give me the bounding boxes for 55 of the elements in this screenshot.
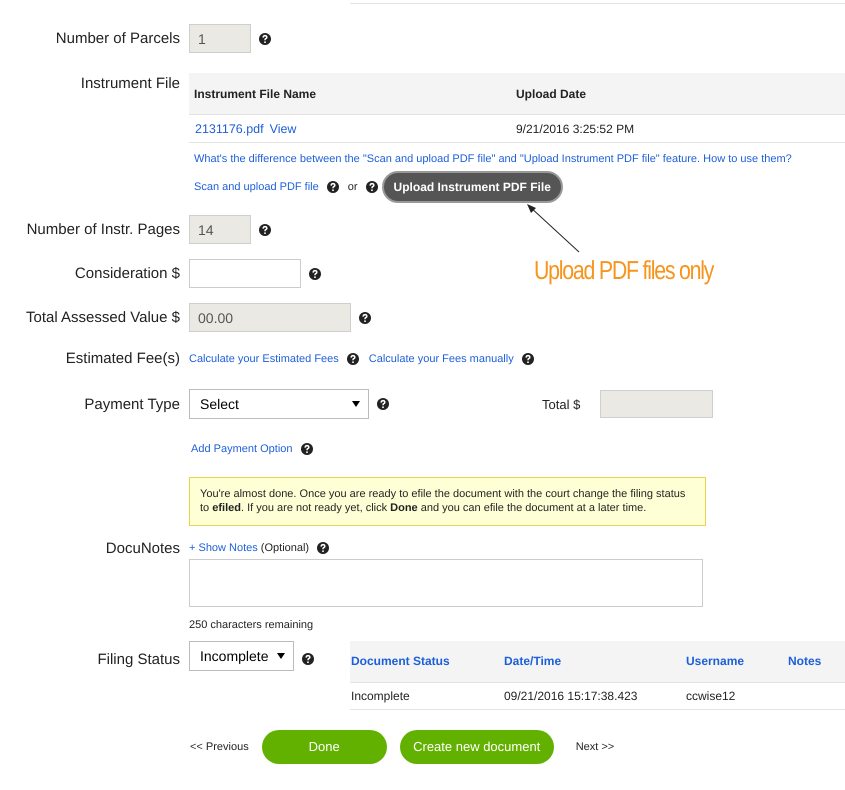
total-field[interactable] — [600, 390, 713, 418]
table-cell: ccwise12 — [686, 688, 736, 703]
column-header: Instrument File Name — [193, 86, 318, 100]
help-icon[interactable] — [259, 224, 271, 236]
notice-text: You're almost done. Once you are ready to efile the document with the court change the filing status to efiled. If you are not ready yet, click Done and you can efile the document at a later time. — [189, 477, 706, 526]
help-icon[interactable] — [326, 181, 339, 193]
field-label: Number of Instr. Pages — [26, 221, 180, 238]
characters-remaining-text: 250 characters remaining — [189, 618, 314, 631]
caret-icon — [352, 401, 360, 407]
fees-link[interactable]: Calculate your Fees manually — [368, 352, 514, 364]
help-icon[interactable] — [346, 352, 359, 364]
consideration-field[interactable] — [189, 259, 301, 288]
arrow — [525, 202, 581, 254]
help-icon[interactable] — [522, 352, 534, 364]
help-link[interactable]: What's the difference between the "Scan and upload PDF file" and "Upload Instrument PDF file" feature. How to use them? — [194, 153, 845, 165]
upload-button[interactable]: Upload Instrument PDF File — [382, 171, 563, 203]
scan-link[interactable]: Scan and upload PDF file — [194, 181, 319, 193]
help-icon[interactable] — [359, 312, 371, 324]
or-text: or — [348, 181, 358, 193]
caret-icon — [277, 652, 285, 659]
next-link[interactable]: Next >> — [576, 740, 614, 753]
annotation-text: Upload PDF files only — [534, 255, 714, 286]
help-icon[interactable] — [309, 268, 321, 280]
column-header: Upload Date — [516, 86, 586, 100]
add-payment-link[interactable]: Add Payment Option — [191, 443, 293, 455]
total-label: Total $ — [542, 396, 582, 412]
fees-link[interactable]: Calculate your Estimated Fees — [189, 352, 339, 364]
help-icon[interactable] — [300, 443, 313, 455]
column-header: Notes — [788, 654, 822, 668]
table-cell: Incomplete — [351, 688, 410, 703]
optional-text: (Optional) — [260, 542, 310, 554]
field-label: Estimated Fee(s) — [64, 350, 180, 367]
field-label: Consideration $ — [74, 265, 180, 282]
field-label: DocuNotes — [104, 540, 180, 557]
help-icon[interactable] — [302, 652, 314, 665]
field-label: Payment Type — [83, 396, 180, 412]
column-header: Username — [686, 654, 746, 668]
filing-status-select[interactable]: Incomplete — [189, 640, 294, 671]
help-icon[interactable] — [317, 542, 330, 554]
previous-link[interactable]: << Previous — [190, 740, 249, 753]
table-cell: 9/21/2016 3:25:52 PM — [516, 122, 634, 136]
column-header: Document Status — [350, 654, 451, 668]
file-link[interactable]: 2131176.pdf — [195, 122, 264, 136]
show-notes-link[interactable]: + Show Notes — [189, 542, 258, 554]
view-link[interactable]: View — [270, 122, 296, 136]
help-icon[interactable] — [377, 398, 389, 410]
field-label: Total Assessed Value $ — [25, 309, 180, 326]
field-label: Instrument File — [80, 74, 180, 92]
field-label: Filing Status — [96, 650, 180, 668]
payment-type-select[interactable]: Select — [189, 389, 369, 419]
column-header: Date/Time — [504, 654, 562, 668]
table-cell: 09/21/2016 15:17:38.423 — [504, 688, 638, 703]
help-icon[interactable] — [366, 181, 378, 193]
help-icon[interactable] — [259, 32, 271, 44]
field-label: Number of Parcels — [54, 30, 180, 47]
